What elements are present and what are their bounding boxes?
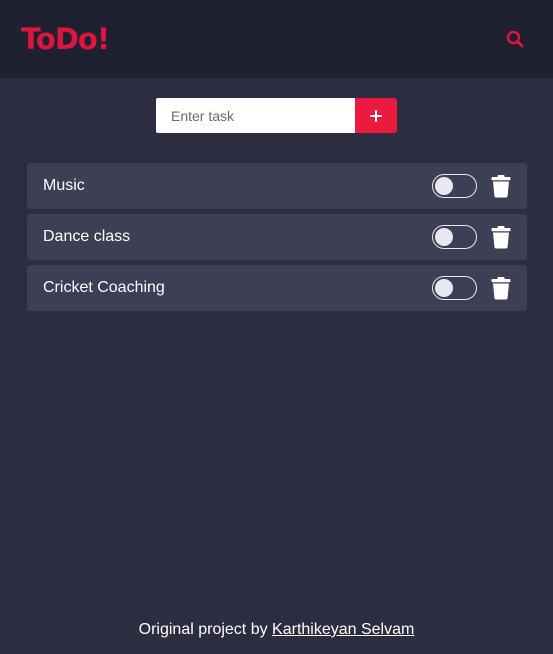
trash-icon [491,277,511,300]
toggle-knob [434,176,453,195]
toggle-knob [434,227,453,246]
delete-task-button[interactable] [491,225,511,249]
task-label: Music [43,177,85,194]
task-input[interactable] [156,98,355,133]
add-task-form [156,98,397,133]
task-label: Dance class [43,228,131,245]
trash-icon [491,175,511,198]
add-task-button[interactable] [355,98,397,133]
task-item: Cricket Coaching [27,265,527,311]
task-item: Music [27,163,527,209]
delete-task-button[interactable] [491,276,511,300]
author-link[interactable]: Karthikeyan Selvam [272,621,414,638]
toggle-knob [434,278,453,297]
search-icon [506,30,524,48]
task-complete-toggle[interactable] [432,225,477,249]
task-complete-toggle[interactable] [432,174,477,198]
task-complete-toggle[interactable] [432,276,477,300]
search-button[interactable] [503,27,527,51]
footer-prefix: Original project by [138,621,268,638]
app-logo: ToDo! [21,22,110,56]
app-header: ToDo! [0,0,553,78]
task-list: Music Dance class Cricket Coaching [27,163,527,316]
trash-icon [491,226,511,249]
footer: Original project by Karthikeyan Selvam [0,620,553,640]
delete-task-button[interactable] [491,174,511,198]
task-item: Dance class [27,214,527,260]
task-label: Cricket Coaching [43,279,165,296]
plus-icon [370,109,382,122]
